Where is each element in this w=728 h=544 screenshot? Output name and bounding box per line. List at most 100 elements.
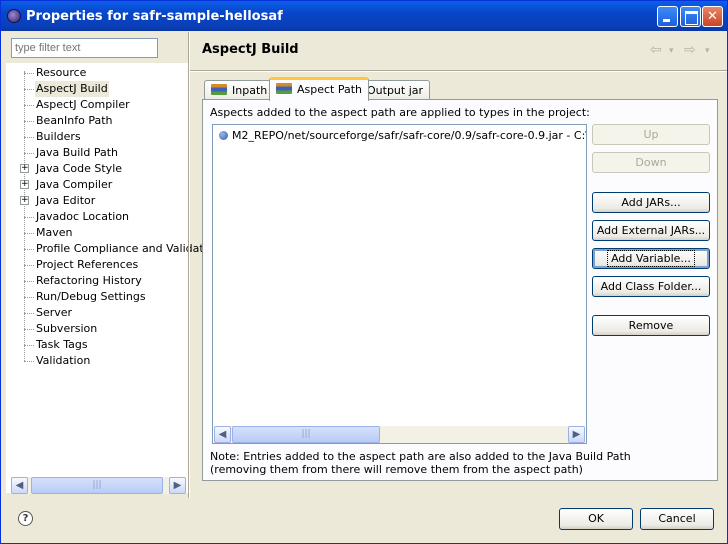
filter-input[interactable]	[11, 38, 158, 58]
tree-item-label: Subversion	[36, 322, 98, 335]
add-class-folder-button[interactable]: Add Class Folder...	[592, 276, 710, 297]
tree-item-label: Project References	[36, 258, 139, 271]
tree-item[interactable]: Project References	[6, 257, 188, 273]
tree-connector	[24, 329, 34, 330]
tree-item[interactable]: AspectJ Build	[6, 81, 188, 97]
tree-item[interactable]: Builders	[6, 129, 188, 145]
tree-item[interactable]: + Java Editor	[6, 193, 188, 209]
tree-connector	[24, 105, 34, 106]
tree-item-label: Javadoc Location	[36, 210, 130, 223]
inpath-icon	[211, 84, 227, 95]
tree-item[interactable]: Resource	[6, 65, 188, 81]
minimize-button[interactable]	[657, 6, 678, 27]
tab-label: Aspect Path	[297, 83, 363, 96]
tree-item-label: Builders	[36, 130, 81, 143]
tree-horizontal-scrollbar[interactable]: ◀ ||| ▶	[11, 477, 186, 494]
maximize-button[interactable]	[680, 6, 701, 27]
tree-connector	[24, 233, 34, 234]
remove-button[interactable]: Remove	[592, 315, 710, 336]
minimize-icon	[658, 7, 677, 26]
scroll-left-icon[interactable]: ◀	[11, 477, 28, 494]
tree-item-label: BeanInfo Path	[36, 114, 113, 127]
add-variable-label: Add Variable...	[607, 250, 695, 267]
back-arrow-icon[interactable]: ⇦	[650, 42, 662, 58]
page-title: AspectJ Build	[202, 42, 299, 57]
add-jars-button[interactable]: Add JARs...	[592, 192, 710, 213]
scroll-left-icon[interactable]: ◀	[214, 426, 231, 443]
property-page: AspectJ Build ⇦ ▾ ⇨ ▾ Inpath Aspect Path…	[190, 32, 727, 498]
tree-item[interactable]: Maven	[6, 225, 188, 241]
tree-connector	[24, 361, 34, 362]
tab-aspect-path[interactable]: Aspect Path	[269, 77, 370, 101]
tree-connector	[24, 217, 34, 218]
expand-icon[interactable]: +	[20, 196, 29, 205]
tab-inpath[interactable]: Inpath	[204, 80, 275, 100]
add-variable-button[interactable]: Add Variable...	[592, 248, 710, 269]
close-icon: ✕	[707, 9, 718, 24]
tree-item[interactable]: Validation	[6, 353, 188, 369]
tree-item-label: Java Editor	[36, 194, 96, 207]
tree-item-label: Maven	[36, 226, 73, 239]
tree-item[interactable]: Subversion	[6, 321, 188, 337]
list-item[interactable]: M2_REPO/net/sourceforge/safr/safr-core/0…	[219, 129, 586, 142]
forward-arrow-icon[interactable]: ⇨	[684, 42, 696, 58]
list-item-label: M2_REPO/net/sourceforge/safr/safr-core/0…	[232, 129, 586, 142]
aspect-path-icon	[276, 83, 292, 94]
tree-item[interactable]: + Java Compiler	[6, 177, 188, 193]
tree-item[interactable]: BeanInfo Path	[6, 113, 188, 129]
tree-item[interactable]: Profile Compliance and Validatic	[6, 241, 213, 257]
expand-icon[interactable]: +	[20, 164, 29, 173]
close-button[interactable]: ✕	[702, 6, 723, 27]
tree-item[interactable]: + Java Code Style	[6, 161, 188, 177]
eclipse-icon	[7, 9, 21, 23]
tree-item-label: Resource	[36, 66, 87, 79]
cancel-button[interactable]: Cancel	[640, 508, 714, 530]
properties-dialog: Properties for safr-sample-hellosaf ✕ Re…	[0, 0, 728, 544]
tree-item[interactable]: Java Build Path	[6, 145, 188, 161]
ok-button[interactable]: OK	[559, 508, 633, 530]
tree-connector	[24, 265, 34, 266]
note-line: Note: Entries added to the aspect path a…	[210, 450, 631, 463]
tree-item-label: Java Build Path	[36, 146, 119, 159]
jar-icon	[219, 131, 228, 140]
scroll-thumb[interactable]: |||	[232, 426, 380, 443]
tree-item[interactable]: AspectJ Compiler	[6, 97, 188, 113]
tab-label: Inpath	[232, 84, 268, 97]
list-horizontal-scrollbar[interactable]: ◀ ||| ▶	[214, 426, 585, 443]
scroll-right-icon[interactable]: ▶	[169, 477, 186, 494]
up-button[interactable]: Up	[592, 124, 710, 145]
tree-item[interactable]: Refactoring History	[6, 273, 188, 289]
tree-connector	[24, 313, 34, 314]
add-external-jars-button[interactable]: Add External JARs...	[592, 220, 710, 241]
down-button[interactable]: Down	[592, 152, 710, 173]
aspect-path-list[interactable]: M2_REPO/net/sourceforge/safr/safr-core/0…	[212, 124, 587, 444]
title-bar[interactable]: Properties for safr-sample-hellosaf ✕	[1, 1, 727, 31]
tree-connector	[24, 281, 34, 282]
tree-item-label: AspectJ Compiler	[36, 98, 130, 111]
tree-connector	[24, 73, 34, 74]
preference-tree: Resource AspectJ Build AspectJ Compiler Bea…	[6, 63, 213, 494]
tree-item-label: Profile Compliance and Validatic	[36, 242, 213, 255]
tree-connector	[24, 137, 34, 138]
scroll-right-icon[interactable]: ▶	[568, 426, 585, 443]
scroll-thumb[interactable]: |||	[31, 477, 163, 494]
tree-item[interactable]: Javadoc Location	[6, 209, 188, 225]
tree-item-label: AspectJ Build	[35, 81, 109, 97]
tree-item[interactable]: Run/Debug Settings	[6, 289, 188, 305]
forward-dropdown-icon[interactable]: ▾	[705, 46, 710, 56]
window-title: Properties for safr-sample-hellosaf	[26, 9, 283, 24]
tab-output-jar[interactable]: Output jar	[362, 80, 431, 100]
expand-icon[interactable]: +	[20, 180, 29, 189]
tree-item[interactable]: Server	[6, 305, 188, 321]
tree-item-label: Java Compiler	[36, 178, 113, 191]
panel-description: Aspects added to the aspect path are app…	[210, 106, 590, 119]
back-dropdown-icon[interactable]: ▾	[669, 46, 674, 56]
header-divider	[190, 70, 727, 72]
tree-connector	[24, 121, 34, 122]
tree-item-label: Task Tags	[36, 338, 88, 351]
help-icon[interactable]: ?	[18, 511, 33, 526]
tree-item-label: Java Code Style	[36, 162, 123, 175]
tree-item[interactable]: Task Tags	[6, 337, 188, 353]
tree-connector	[24, 89, 34, 90]
tree-connector	[24, 249, 34, 250]
